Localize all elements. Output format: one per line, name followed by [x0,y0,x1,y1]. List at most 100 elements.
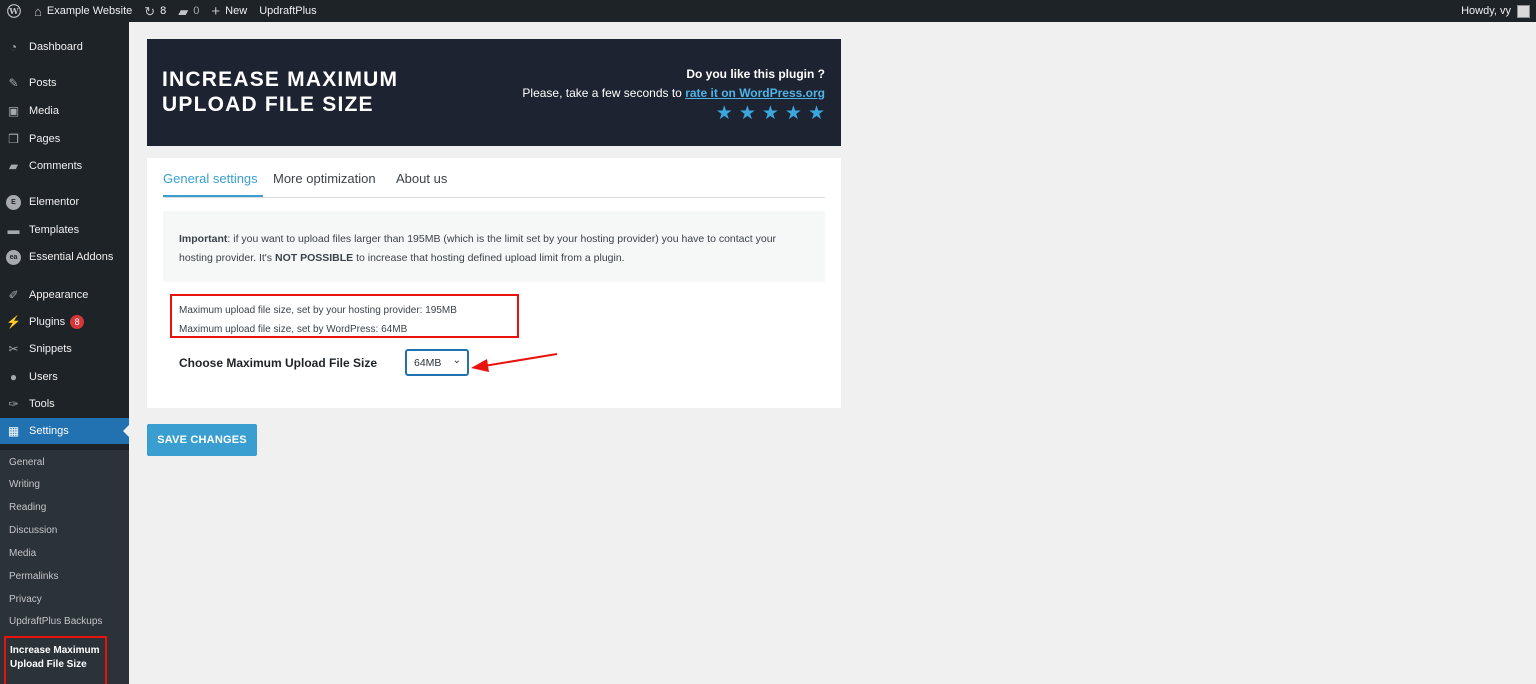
star-icon[interactable]: ★ [716,104,733,124]
site-name: Example Website [46,5,133,17]
active-tab-indicator [163,195,263,197]
plugin-title: INCREASE MAXIMUM UPLOAD FILE SIZE [162,68,399,116]
tab-more-optimization[interactable]: More optimization [273,171,376,186]
dashboard-icon: ◔ [9,40,18,54]
comments-count: 0 [193,5,200,17]
sidebar-item-label: Settings [29,425,69,437]
submenu-item-privacy[interactable]: Privacy [9,594,42,605]
sidebar-item-label: Snippets [29,343,72,355]
submenu-item-writing[interactable]: Writing [9,479,40,490]
save-changes-button[interactable]: SAVE CHANGES [147,424,257,456]
pin-icon: ✎ [8,76,19,90]
home-icon: ⌂ [34,3,42,19]
submenu-item-permalinks[interactable]: Permalinks [9,571,58,582]
star-icon[interactable]: ★ [785,104,802,124]
rate-link[interactable]: rate it on WordPress.org [685,86,825,100]
updraftplus-label: UpdraftPlus [259,5,317,17]
tab-general-settings[interactable]: General settings [163,171,258,186]
chevron-down-icon: ⌄ [452,355,461,366]
sidebar-item-label: Media [29,105,59,117]
comment-icon: ▰ [178,3,189,19]
sidebar-item-essential-addons[interactable]: ea Essential Addons [0,244,129,270]
media-icon: ▣ [7,104,20,118]
svg-text:W: W [8,6,19,16]
user-icon: ● [9,370,18,384]
notice-strong: Important [179,233,228,245]
submenu-item-media[interactable]: Media [9,548,36,559]
submenu-item-increase-max-upload[interactable]: Increase Maximum Upload File Size [4,636,107,684]
star-icon[interactable]: ★ [739,104,756,124]
submenu-item-updraftplus-backups[interactable]: UpdraftPlus Backups [9,616,102,627]
sidebar-item-label: Appearance [29,289,89,301]
host-limit-text: Maximum upload file size, set by your ho… [179,305,457,316]
new-label: New [225,5,248,17]
sidebar-item-label: Dashboard [29,41,83,53]
pages-icon: ❒ [8,132,19,146]
updates-link[interactable]: ↻ 8 [138,0,172,22]
my-account[interactable]: Howdy, vy [1461,4,1536,18]
plus-icon: + [211,2,221,20]
avatar [1517,4,1530,18]
sidebar-item-posts[interactable]: ✎ Posts [0,70,129,96]
updraftplus-link[interactable]: UpdraftPlus [253,0,322,22]
annotation-arrow-icon [471,353,558,372]
sidebar-item-label: Templates [29,224,80,236]
sidebar-item-snippets[interactable]: ✂ Snippets [0,336,129,362]
rating-stars[interactable]: ★ ★ ★ ★ ★ [716,104,825,124]
notice-text-2: to increase that hosting defined upload … [353,252,625,264]
new-content-link[interactable]: + New [205,0,253,22]
tab-about-us[interactable]: About us [396,171,447,186]
plugin-header-banner: INCREASE MAXIMUM UPLOAD FILE SIZE Do you… [147,39,841,146]
scissors-icon: ✂ [8,342,19,356]
sidebar-item-templates[interactable]: ▬ Templates [0,217,129,243]
rate-prompt-line: Please, take a few seconds to rate it on… [522,86,825,100]
rate-prompt: Please, take a few seconds to [522,86,682,100]
sidebar-item-dashboard[interactable]: ◔ Dashboard [0,34,129,60]
wordpress-limit-text: Maximum upload file size, set by WordPre… [179,324,408,335]
sidebar-item-media[interactable]: ▣ Media [0,98,129,124]
admin-bar: W ⌂ Example Website ↻ 8 ▰ 0 + New Updraf… [0,0,1536,22]
sidebar-item-label: Elementor [29,196,80,208]
greeting: Howdy, vy [1461,5,1511,17]
site-name-link[interactable]: ⌂ Example Website [28,0,138,22]
wordpress-logo-icon[interactable]: W [0,0,28,22]
submenu-item-general[interactable]: General [9,457,45,468]
star-icon[interactable]: ★ [808,104,825,124]
comments-link[interactable]: ▰ 0 [172,0,205,22]
sidebar-item-plugins[interactable]: ⚡ Plugins 8 [0,309,129,335]
choose-size-label: Choose Maximum Upload File Size [179,356,378,370]
sidebar-item-pages[interactable]: ❒ Pages [0,126,129,152]
upload-limits-box: Maximum upload file size, set by your ho… [170,294,519,338]
sidebar-item-label: Users [29,371,58,383]
wrench-icon: ✑ [8,397,19,411]
plugin-icon: ⚡ [6,315,21,329]
refresh-icon: ↻ [144,3,156,19]
sidebar-item-tools[interactable]: ✑ Tools [0,391,129,417]
sidebar-item-label: Essential Addons [29,251,114,263]
submenu-item-discussion[interactable]: Discussion [9,525,57,536]
sidebar-item-settings[interactable]: ▦ Settings [0,418,129,444]
sidebar-item-appearance[interactable]: ✐ Appearance [0,282,129,308]
sidebar-item-label: Tools [29,398,55,410]
selected-size: 64MB [414,356,442,369]
max-upload-size-select[interactable]: 64MB ⌄ [405,349,469,376]
sidebar-item-label: Posts [29,77,57,89]
rate-question: Do you like this plugin ? [686,67,825,81]
sidebar-item-label: Plugins [29,316,66,328]
sidebar-item-comments[interactable]: ▰ Comments [0,153,129,179]
important-notice: Important: if you want to upload files l… [163,211,825,282]
active-menu-arrow [123,425,129,437]
sidebar-item-elementor[interactable]: E Elementor [0,189,129,215]
ea-icon: ea [6,249,21,265]
sidebar-item-label: Pages [29,133,61,145]
submenu-item-reading[interactable]: Reading [9,502,46,513]
plugins-update-badge: 8 [70,315,85,329]
notice-strong-2: NOT POSSIBLE [274,252,354,264]
brush-icon: ✐ [8,288,19,302]
settings-icon: ▦ [7,424,20,438]
settings-tabs: General settings More optimization About… [163,158,825,198]
folder-icon: ▬ [7,223,20,237]
star-icon[interactable]: ★ [762,104,779,124]
sidebar-item-users[interactable]: ● Users [0,364,129,390]
admin-sidebar: ◔ Dashboard ✎ Posts ▣ Media ❒ Pages ▰ Comments E El… [0,22,129,684]
